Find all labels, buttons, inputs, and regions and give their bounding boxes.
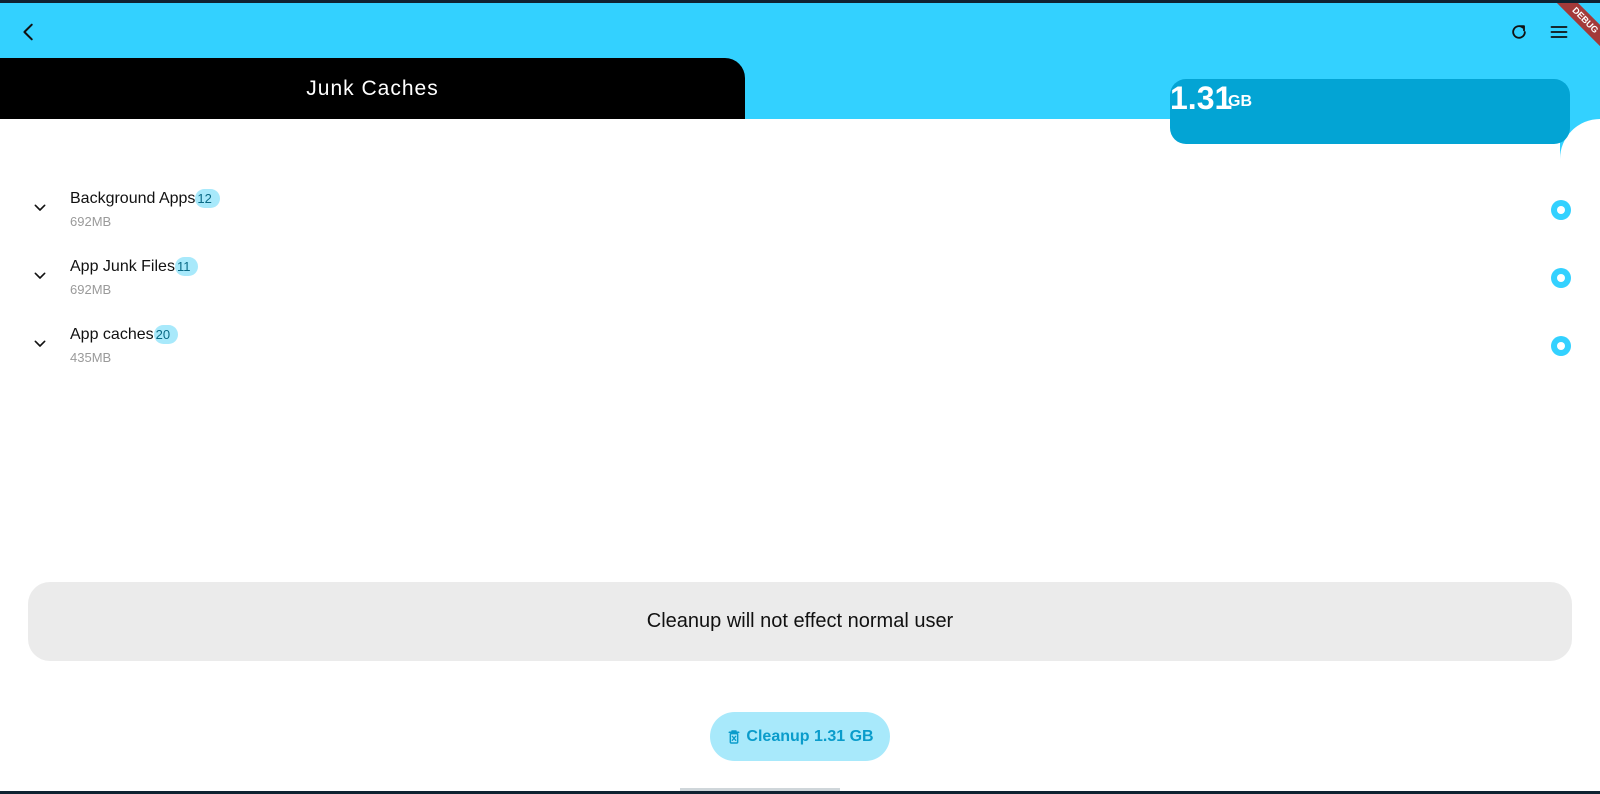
expand-chevron-button[interactable] <box>28 196 52 220</box>
category-name: App caches <box>70 325 154 343</box>
hamburger-menu-icon <box>1550 26 1568 38</box>
category-name: Background Apps <box>70 189 196 207</box>
menu-button[interactable] <box>1544 17 1574 47</box>
app-screen: DEBUG Junk Caches 1.31 GB Background App… <box>0 3 1600 791</box>
chevron-down-icon <box>34 272 46 279</box>
notice-text: Cleanup will not effect normal user <box>646 610 954 632</box>
chevron-down-icon <box>34 340 46 347</box>
system-home-indicator[interactable] <box>680 788 840 791</box>
list-item[interactable]: App caches 20 435MB <box>0 314 1600 382</box>
category-name: App Junk Files <box>70 257 175 275</box>
total-size-card: 1.31 GB <box>1170 79 1570 144</box>
expand-chevron-button[interactable] <box>28 264 52 288</box>
category-size: 435MB <box>70 350 112 365</box>
select-radio[interactable] <box>1551 268 1571 288</box>
cleanup-notice: Cleanup will not effect normal user <box>28 582 1572 661</box>
tab-title-label: Junk Caches <box>306 76 439 100</box>
refresh-icon <box>1512 25 1526 39</box>
cleanup-button[interactable]: Cleanup 1.31 GB <box>710 712 890 761</box>
count-badge: 12 <box>195 189 220 208</box>
total-size-unit: GB <box>1228 93 1252 110</box>
select-radio[interactable] <box>1551 336 1571 356</box>
chevron-down-icon <box>34 204 46 211</box>
category-title: App Junk Files 11 <box>70 257 199 276</box>
category-size: 692MB <box>70 214 112 229</box>
cleanup-button-label: Cleanup 1.31 GB <box>746 727 874 745</box>
junk-category-list: Background Apps 12 692MB App Junk Files … <box>0 178 1600 382</box>
delete-bin-icon <box>728 729 740 744</box>
count-badge: 11 <box>174 257 199 276</box>
list-item[interactable]: Background Apps 12 692MB <box>0 178 1600 246</box>
radio-selected-dot <box>1557 342 1565 350</box>
category-size: 692MB <box>70 282 112 297</box>
radio-selected-dot <box>1557 274 1565 282</box>
expand-chevron-button[interactable] <box>28 332 52 356</box>
tab-junk-caches[interactable]: Junk Caches <box>0 58 745 119</box>
category-title: Background Apps 12 <box>70 189 220 208</box>
radio-selected-dot <box>1557 206 1565 214</box>
category-title: App caches 20 <box>70 325 179 344</box>
back-button[interactable] <box>14 17 44 47</box>
arrow-back-icon <box>23 23 33 41</box>
select-radio[interactable] <box>1551 200 1571 220</box>
refresh-button[interactable] <box>1504 17 1534 47</box>
total-size-value: 1.31 <box>1170 80 1233 116</box>
count-badge: 20 <box>153 325 179 344</box>
list-item[interactable]: App Junk Files 11 692MB <box>0 246 1600 314</box>
